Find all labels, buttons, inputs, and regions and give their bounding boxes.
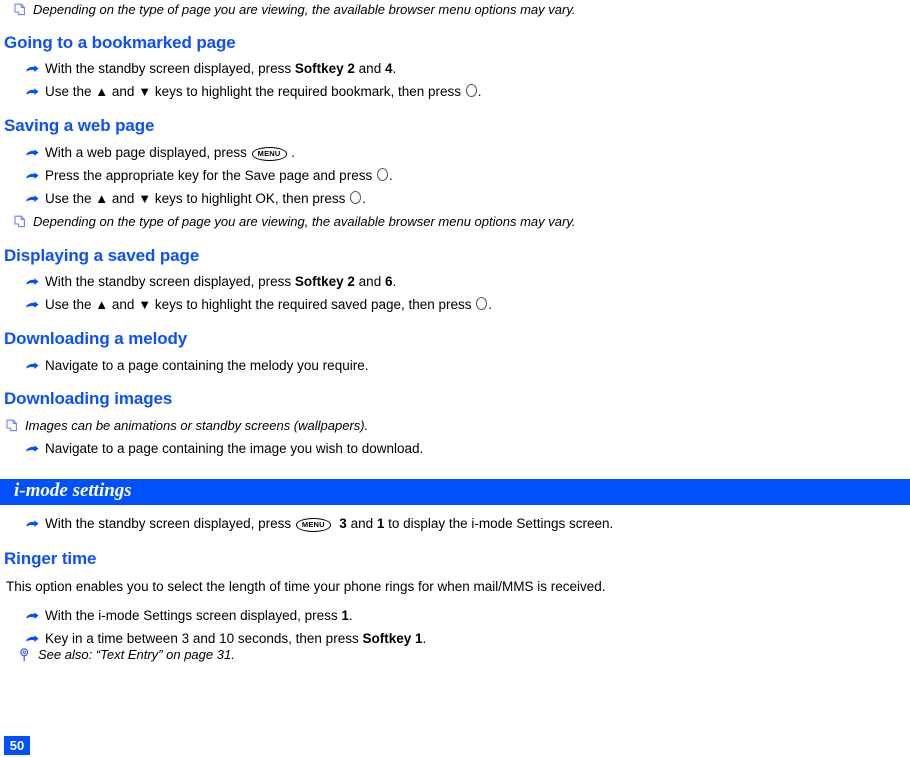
step-text: Navigate to a page containing the melody… bbox=[45, 358, 369, 373]
see-also-row: See also: “Text Entry” on page 31. bbox=[19, 647, 235, 663]
step-row: With a web page displayed, press MENU . bbox=[26, 145, 295, 161]
pointing-hand-bullet-icon bbox=[26, 360, 39, 373]
emphasis: Softkey 2 bbox=[294, 274, 355, 289]
see-also-text: See also: “Text Entry” on page 31. bbox=[38, 647, 235, 662]
note-page-icon bbox=[14, 3, 26, 16]
emphasis: 1 bbox=[341, 608, 349, 623]
step-text: Use the ▲ and ▼ keys to highlight OK, th… bbox=[45, 191, 366, 206]
pointing-hand-bullet-icon bbox=[26, 276, 39, 289]
manual-page: Depending on the type of page you are vi… bbox=[0, 0, 910, 757]
center-select-key-icon bbox=[465, 84, 477, 97]
heading-going-to-a-bookmarked-page: Going to a bookmarked page bbox=[4, 33, 236, 52]
note-text: Depending on the type of page you are vi… bbox=[33, 214, 576, 229]
emphasis: 4 bbox=[384, 61, 393, 76]
step-text: Press the appropriate key for the Save p… bbox=[45, 168, 393, 183]
pointing-hand-bullet-icon bbox=[26, 147, 39, 160]
step-row: Press the appropriate key for the Save p… bbox=[26, 168, 393, 184]
emphasis: 3 bbox=[339, 516, 347, 531]
center-select-key-icon bbox=[350, 191, 362, 204]
heading-displaying-a-saved-page: Displaying a saved page bbox=[4, 246, 200, 265]
note-page-icon bbox=[6, 419, 18, 432]
page-number: 50 bbox=[4, 736, 30, 755]
center-select-key-icon bbox=[376, 168, 388, 181]
step-row: With the standby screen displayed, press… bbox=[26, 61, 396, 77]
arrow-down-icon: ▼ bbox=[138, 84, 152, 99]
step-row: Navigate to a page containing the melody… bbox=[26, 358, 368, 374]
step-row: Use the ▲ and ▼ keys to highlight the re… bbox=[26, 297, 492, 313]
note-row: Depending on the type of page you are vi… bbox=[14, 214, 575, 230]
note-text: Depending on the type of page you are vi… bbox=[33, 2, 576, 17]
menu-key-icon: MENU bbox=[251, 147, 287, 161]
ringer-time-description: This option enables you to select the le… bbox=[6, 579, 606, 594]
step-text: With the i-mode Settings screen displaye… bbox=[45, 608, 353, 623]
menu-key-icon: MENU bbox=[295, 518, 331, 532]
heading-saving-a-web-page: Saving a web page bbox=[4, 116, 155, 135]
heading-downloading-images: Downloading images bbox=[4, 389, 173, 408]
step-row: Use the ▲ and ▼ keys to highlight the re… bbox=[26, 84, 482, 100]
note-page-icon bbox=[14, 215, 26, 228]
pointing-hand-bullet-icon bbox=[26, 299, 39, 312]
step-row: Navigate to a page containing the image … bbox=[26, 441, 423, 457]
emphasis: Softkey 2 bbox=[294, 61, 355, 76]
pointing-hand-bullet-icon bbox=[26, 610, 39, 623]
step-row: Use the ▲ and ▼ keys to highlight OK, th… bbox=[26, 191, 366, 207]
pointing-hand-bullet-icon bbox=[26, 170, 39, 183]
pointing-hand-bullet-icon bbox=[26, 63, 39, 76]
pointing-hand-bullet-icon bbox=[26, 193, 39, 206]
step-text: With the standby screen displayed, press… bbox=[45, 61, 397, 76]
step-row: With the standby screen displayed, press… bbox=[26, 274, 396, 290]
note-text: Images can be animations or standby scre… bbox=[25, 418, 369, 433]
emphasis: 1 bbox=[376, 516, 385, 531]
pointing-hand-bullet-icon bbox=[26, 633, 39, 646]
pointing-hand-bullet-icon bbox=[26, 86, 39, 99]
step-row: Key in a time between 3 and 10 seconds, … bbox=[26, 631, 426, 647]
step-row: With the standby screen displayed, press… bbox=[26, 516, 613, 532]
arrow-down-icon: ▼ bbox=[138, 297, 152, 312]
arrow-up-icon: ▲ bbox=[95, 84, 109, 99]
step-row: With the i-mode Settings screen displaye… bbox=[26, 608, 353, 624]
heading-downloading-a-melody: Downloading a melody bbox=[4, 329, 188, 348]
step-text: With the standby screen displayed, press… bbox=[45, 516, 614, 532]
arrow-up-icon: ▲ bbox=[95, 297, 109, 312]
note-row: Depending on the type of page you are vi… bbox=[14, 2, 575, 18]
step-text: Navigate to a page containing the image … bbox=[45, 441, 424, 456]
step-text: Use the ▲ and ▼ keys to highlight the re… bbox=[45, 297, 493, 312]
step-text: With the standby screen displayed, press… bbox=[45, 274, 397, 289]
section-banner: i-mode settings bbox=[0, 479, 910, 505]
magnifier-key-icon bbox=[19, 648, 30, 662]
arrow-down-icon: ▼ bbox=[138, 191, 152, 206]
pointing-hand-bullet-icon bbox=[26, 518, 39, 531]
step-text: Key in a time between 3 and 10 seconds, … bbox=[45, 631, 427, 646]
center-select-key-icon bbox=[476, 297, 488, 310]
heading-ringer-time: Ringer time bbox=[4, 549, 97, 568]
arrow-up-icon: ▲ bbox=[95, 191, 109, 206]
step-text: Use the ▲ and ▼ keys to highlight the re… bbox=[45, 84, 482, 99]
pointing-hand-bullet-icon bbox=[26, 443, 39, 456]
step-text: With a web page displayed, press MENU . bbox=[45, 145, 296, 161]
emphasis: 6 bbox=[384, 274, 393, 289]
section-banner-title: i-mode settings bbox=[14, 480, 132, 501]
emphasis: Softkey 1 bbox=[362, 631, 423, 646]
note-row: Images can be animations or standby scre… bbox=[6, 418, 368, 434]
